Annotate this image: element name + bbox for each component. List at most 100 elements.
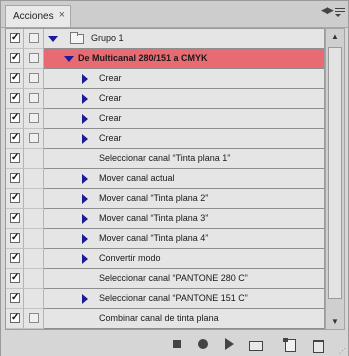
step-row[interactable]: ✓ Seleccionar canal “PANTONE 151 C” — [6, 289, 324, 309]
row-content[interactable]: Mover canal actual — [44, 169, 324, 189]
disclosure-expanded-icon[interactable] — [48, 36, 58, 42]
checkmark-icon[interactable]: ✓ — [10, 313, 20, 323]
step-row[interactable]: ✓ Combinar canal de tinta plana — [6, 309, 324, 329]
checkmark-icon[interactable]: ✓ — [10, 53, 20, 63]
dialog-toggle-icon[interactable] — [29, 133, 39, 143]
row-content[interactable]: Mover canal “Tinta plana 3” — [44, 209, 324, 229]
row-content[interactable]: Mover canal “Tinta plana 4” — [44, 229, 324, 249]
toggle-dialog-cell[interactable] — [24, 229, 44, 249]
row-content[interactable]: Grupo 1 — [44, 29, 324, 49]
toggle-dialog-cell[interactable] — [24, 49, 44, 69]
checkmark-icon[interactable]: ✓ — [10, 73, 20, 83]
step-row[interactable]: ✓ Crear — [6, 109, 324, 129]
scroll-thumb[interactable] — [328, 47, 342, 299]
checkmark-icon[interactable]: ✓ — [10, 153, 20, 163]
disclosure-collapsed-icon[interactable] — [82, 194, 88, 204]
row-content[interactable]: Seleccionar canal “Tinta plana 1” — [44, 149, 324, 169]
disclosure-collapsed-icon[interactable] — [82, 174, 88, 184]
toggle-item-cell[interactable]: ✓ — [6, 289, 24, 309]
action-row[interactable]: ✓ De Multicanal 280/151 a CMYK — [6, 49, 324, 69]
checkmark-icon[interactable]: ✓ — [10, 33, 20, 43]
toggle-dialog-cell[interactable] — [24, 209, 44, 229]
row-content[interactable]: Seleccionar canal “PANTONE 280 C” — [44, 269, 324, 289]
step-row[interactable]: ✓ Mover canal “Tinta plana 3” — [6, 209, 324, 229]
toggle-item-cell[interactable]: ✓ — [6, 89, 24, 109]
toggle-item-cell[interactable]: ✓ — [6, 149, 24, 169]
play-icon[interactable] — [223, 338, 237, 352]
step-row[interactable]: ✓ Crear — [6, 89, 324, 109]
toggle-item-cell[interactable]: ✓ — [6, 209, 24, 229]
row-content[interactable]: Crear — [44, 89, 324, 109]
row-content[interactable]: Crear — [44, 69, 324, 89]
toggle-item-cell[interactable]: ✓ — [6, 69, 24, 89]
new-action-icon[interactable] — [283, 338, 297, 352]
collapse-icon[interactable]: ◀▶ — [321, 5, 334, 16]
panel-menu-icon[interactable] — [335, 8, 345, 19]
toggle-item-cell[interactable]: ✓ — [6, 29, 24, 49]
row-content[interactable]: Convertir modo — [44, 249, 324, 269]
checkmark-icon[interactable]: ✓ — [10, 193, 20, 203]
checkmark-icon[interactable]: ✓ — [10, 293, 20, 303]
close-icon[interactable]: × — [59, 9, 65, 21]
toggle-item-cell[interactable]: ✓ — [6, 49, 24, 69]
row-content[interactable]: Crear — [44, 129, 324, 149]
toggle-dialog-cell[interactable] — [24, 109, 44, 129]
step-row[interactable]: ✓ Convertir modo — [6, 249, 324, 269]
toggle-item-cell[interactable]: ✓ — [6, 129, 24, 149]
trash-icon[interactable] — [311, 338, 325, 353]
new-set-icon[interactable] — [249, 338, 263, 352]
scroll-down-icon[interactable]: ▼ — [331, 317, 339, 326]
action-set-row[interactable]: ✓ Grupo 1 — [6, 29, 324, 49]
stop-icon[interactable] — [171, 338, 185, 352]
tab-acciones[interactable]: Acciones × — [5, 5, 71, 27]
checkmark-icon[interactable]: ✓ — [10, 173, 20, 183]
step-row[interactable]: ✓ Crear — [6, 129, 324, 149]
toggle-dialog-cell[interactable] — [24, 189, 44, 209]
step-row[interactable]: ✓ Mover canal “Tinta plana 2” — [6, 189, 324, 209]
checkmark-icon[interactable]: ✓ — [10, 213, 20, 223]
checkmark-icon[interactable]: ✓ — [10, 273, 20, 283]
step-row[interactable]: ✓ Seleccionar canal “PANTONE 280 C” — [6, 269, 324, 289]
toggle-dialog-cell[interactable] — [24, 289, 44, 309]
dialog-toggle-icon[interactable] — [29, 313, 39, 323]
toggle-item-cell[interactable]: ✓ — [6, 189, 24, 209]
toggle-item-cell[interactable]: ✓ — [6, 109, 24, 129]
disclosure-collapsed-icon[interactable] — [82, 234, 88, 244]
disclosure-collapsed-icon[interactable] — [82, 114, 88, 124]
row-content[interactable]: Seleccionar canal “PANTONE 151 C” — [44, 289, 324, 309]
disclosure-collapsed-icon[interactable] — [82, 94, 88, 104]
toggle-dialog-cell[interactable] — [24, 269, 44, 289]
disclosure-collapsed-icon[interactable] — [82, 294, 88, 304]
step-row[interactable]: ✓ Crear — [6, 69, 324, 89]
record-icon[interactable] — [197, 338, 211, 352]
toggle-dialog-cell[interactable] — [24, 149, 44, 169]
toggle-dialog-cell[interactable] — [24, 29, 44, 49]
toggle-item-cell[interactable]: ✓ — [6, 309, 24, 329]
row-content[interactable]: Mover canal “Tinta plana 2” — [44, 189, 324, 209]
checkmark-icon[interactable]: ✓ — [10, 233, 20, 243]
toggle-dialog-cell[interactable] — [24, 309, 44, 329]
disclosure-collapsed-icon[interactable] — [82, 214, 88, 224]
toggle-dialog-cell[interactable] — [24, 69, 44, 89]
step-row[interactable]: ✓ Mover canal “Tinta plana 4” — [6, 229, 324, 249]
toggle-dialog-cell[interactable] — [24, 249, 44, 269]
step-row[interactable]: ✓ Seleccionar canal “Tinta plana 1” — [6, 149, 324, 169]
dialog-toggle-icon[interactable] — [29, 53, 39, 63]
step-row[interactable]: ✓ Mover canal actual — [6, 169, 324, 189]
toggle-dialog-cell[interactable] — [24, 89, 44, 109]
row-content[interactable]: Combinar canal de tinta plana — [44, 309, 324, 329]
row-content[interactable]: Crear — [44, 109, 324, 129]
dialog-toggle-icon[interactable] — [29, 73, 39, 83]
resize-grip-icon[interactable]: ⋰ — [339, 347, 346, 355]
checkmark-icon[interactable]: ✓ — [10, 253, 20, 263]
disclosure-collapsed-icon[interactable] — [82, 134, 88, 144]
disclosure-collapsed-icon[interactable] — [82, 254, 88, 264]
disclosure-expanded-icon[interactable] — [64, 56, 74, 62]
toggle-item-cell[interactable]: ✓ — [6, 249, 24, 269]
checkmark-icon[interactable]: ✓ — [10, 93, 20, 103]
disclosure-collapsed-icon[interactable] — [82, 74, 88, 84]
dialog-toggle-icon[interactable] — [29, 33, 39, 43]
toggle-dialog-cell[interactable] — [24, 129, 44, 149]
dialog-toggle-icon[interactable] — [29, 113, 39, 123]
checkmark-icon[interactable]: ✓ — [10, 113, 20, 123]
